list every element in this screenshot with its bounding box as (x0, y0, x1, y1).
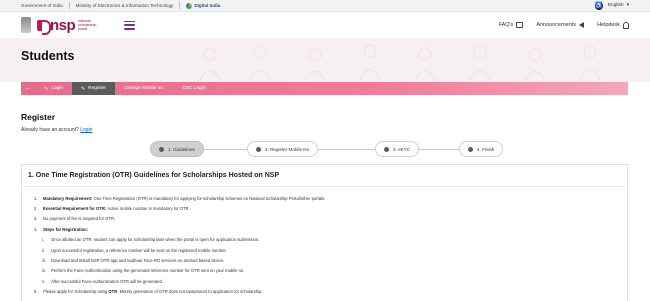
list-number: 1. (34, 195, 38, 201)
list-item-bold: OTR (108, 289, 118, 295)
digital-india-label: Digital India (194, 3, 221, 8)
page-title: Students (21, 49, 75, 63)
list-number: iii. (42, 258, 46, 264)
faqs-label: FAQ's (498, 22, 514, 28)
list-item: i. Once allotted an OTR, student can app… (42, 235, 617, 245)
list-number: 5. (34, 289, 38, 295)
helpdesk-label: Helpdesk (597, 22, 620, 28)
step-label: 3. eKYC (393, 146, 411, 152)
register-heading: Register (21, 112, 56, 122)
step-label: 1. Guidelines (168, 146, 195, 152)
list-item: ii. Upon successful registration, a refe… (42, 245, 617, 255)
students-illustration (199, 44, 601, 80)
nav-item-label: Change Mobile no. (124, 86, 165, 91)
nsp-logo[interactable]: nsp national scholarship portal (37, 16, 104, 35)
nsp-logo-subtitle: national scholarship portal (78, 19, 97, 31)
list-item-text: Please apply for Scholarship using (43, 289, 109, 295)
list-item-bold: Steps for Registration: (43, 226, 89, 232)
nav-item-change-mobile[interactable]: Change Mobile no. (115, 82, 173, 95)
list-item-text: After successful Face-Authentication OTR… (51, 278, 163, 284)
guidelines-list: 1. Mandatory Requirement: One Time Regis… (22, 187, 627, 297)
list-item: iii. Download and install NSP OTR app an… (42, 255, 617, 265)
nav-item-csc-login[interactable]: CSC Login (173, 82, 214, 95)
nav-item-label: Register (88, 86, 107, 91)
megaphone-icon (579, 22, 585, 28)
language-label: English (607, 3, 624, 8)
nav-item-label: CSC Login (182, 86, 206, 91)
list-item-text: . Merely generation of OTR does not tant… (117, 289, 263, 295)
login-link[interactable]: Login (80, 127, 92, 133)
registration-steps-list: i. Once allotted an OTR, student can app… (34, 235, 617, 287)
digital-india-icon (186, 2, 193, 9)
list-number: i. (42, 237, 45, 243)
list-item-text: One Time Registration (OTR) is mandatory… (92, 195, 326, 201)
list-number: 4. (34, 226, 38, 232)
announcements-link[interactable]: Announcements (536, 22, 585, 28)
helpdesk-link[interactable]: Helpdesk (597, 21, 629, 29)
account-prompt: Already have an account? Login (21, 127, 92, 133)
step-ekyc[interactable]: 3. eKYC (375, 141, 420, 157)
list-item-text: Download and install NSP OTR app and Aad… (51, 258, 225, 264)
divider (68, 2, 70, 9)
list-item-bold: Essential Requirement for OTR: (43, 206, 107, 212)
digital-india-logo[interactable]: Digital India (186, 2, 221, 9)
gov-india-label: Government of India (21, 3, 63, 8)
step-bullet-icon (468, 146, 473, 152)
list-item-text: Once allotted an OTR, student can apply … (51, 237, 260, 243)
chat-icon (516, 22, 524, 28)
edit-icon: ✎ (80, 85, 86, 92)
step-label: 2. Register Mobile No (265, 146, 310, 152)
guidelines-card: 1. One Time Registration (OTR) Guideline… (21, 164, 628, 301)
guidelines-heading: 1. One Time Registration (OTR) Guideline… (22, 165, 627, 187)
step-guidelines[interactable]: 1. Guidelines (150, 141, 204, 157)
back-arrow-icon[interactable]: ← (21, 82, 35, 95)
list-item: 1. Mandatory Requirement: One Time Regis… (34, 193, 617, 203)
list-number: v. (42, 278, 45, 284)
account-prompt-text: Already have an account? (21, 127, 79, 133)
list-item-text: No payment of fee is required for OTR. (43, 216, 116, 222)
step-bullet-icon (384, 146, 389, 152)
nav-item-login[interactable]: ✎ Login (35, 82, 72, 95)
edit-icon: ✎ (44, 85, 49, 92)
registration-stepper: 1. Guidelines 2. Register Mobile No 3. e… (150, 141, 512, 157)
nav-item-register[interactable]: ✎ Register (71, 82, 116, 95)
list-item: iv. Perform the Face-Authentication usin… (42, 266, 617, 276)
chevron-down-icon: ▾ (626, 3, 629, 8)
step-register-mobile[interactable]: 2. Register Mobile No (247, 141, 319, 157)
list-item: 4. Steps for Registration: (34, 224, 617, 234)
list-number: 2. (34, 206, 38, 212)
government-strip: Government of India Ministry of Electron… (0, 0, 650, 12)
list-item-text: Perform the Face-Authentication using th… (51, 268, 245, 274)
menu-icon[interactable] (124, 20, 136, 30)
national-emblem-logo (21, 17, 31, 33)
list-item: 2. Essential Requirement for OTR: Active… (34, 203, 617, 213)
list-number: iv. (42, 268, 46, 274)
faqs-link[interactable]: FAQ's (499, 22, 524, 28)
list-item-text: Active mobile number is mandatory for OT… (106, 206, 190, 212)
nsp-logo-text: nsp (50, 16, 76, 34)
stepper-line (170, 148, 492, 150)
step-bullet-icon (256, 146, 261, 152)
list-item: 5. Please apply for Scholarship using OT… (34, 287, 617, 297)
step-finish[interactable]: 4. Finish (459, 141, 504, 157)
ministry-label: Ministry of Electronics & Information Te… (75, 3, 174, 8)
bell-icon (623, 21, 629, 29)
nav-item-label: Login (51, 86, 63, 91)
accessibility-icon[interactable]: ♿ (594, 1, 603, 10)
list-item-text: Upon successful registration, a referenc… (51, 247, 227, 253)
step-label: 4. Finish (477, 146, 495, 152)
list-number: 3. (34, 216, 38, 222)
announcements-label: Announcements (536, 22, 577, 28)
list-item-bold: Mandatory Requirement: (43, 195, 93, 201)
list-item: v. After successful Face-Authentication … (42, 276, 617, 286)
hero-banner: Students (0, 38, 650, 82)
language-selector[interactable]: English ▾ (608, 3, 629, 8)
nsp-logo-icon (37, 18, 51, 35)
list-item: 3. No payment of fee is required for OTR… (34, 214, 617, 224)
students-nav-bar: ← ✎ Login ✎ Register Change Mobile no. C… (21, 82, 628, 95)
list-number: ii. (42, 247, 46, 253)
divider (179, 2, 181, 9)
site-header: nsp national scholarship portal FAQ's An… (0, 12, 650, 38)
step-bullet-icon (159, 146, 164, 152)
